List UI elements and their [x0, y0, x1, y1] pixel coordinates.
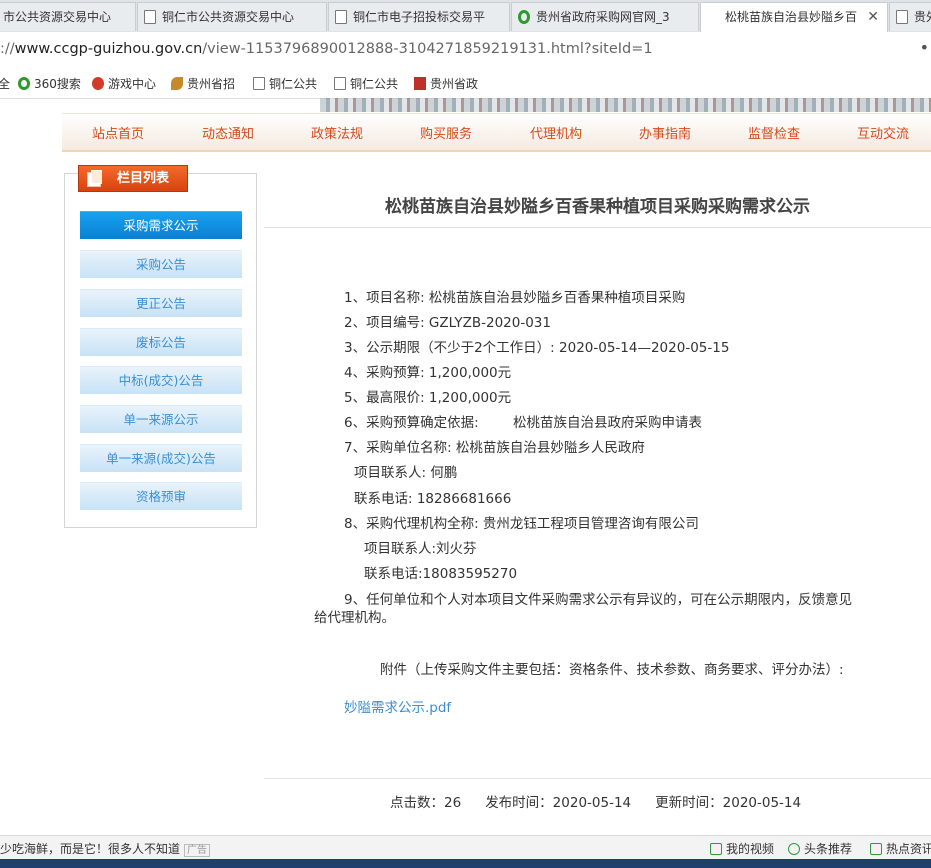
- my-videos-button[interactable]: 我的视频: [710, 840, 774, 857]
- divider: [264, 778, 931, 779]
- article-stats: 点击数：26 发布时间：2020-05-14 更新时间：2020-05-14: [390, 791, 825, 811]
- article-line: 8、采购代理机构全称: 贵州龙钰工程项目管理咨询有限公司: [344, 516, 699, 532]
- news-icon: [870, 843, 882, 855]
- doc-icon: [335, 10, 347, 24]
- close-tab-icon[interactable]: ✕: [867, 3, 879, 31]
- nav-item-guide[interactable]: 办事指南: [639, 123, 691, 142]
- more-menu-icon[interactable]: •: [920, 38, 929, 57]
- hot-news-button[interactable]: 热点资讯: [870, 840, 931, 857]
- nav-item-supervision[interactable]: 监督检查: [748, 123, 800, 142]
- article-line: 1、项目名称: 松桃苗族自治县妙隘乡百香果种植项目采购: [344, 290, 686, 306]
- divider: [264, 227, 931, 228]
- tab-label: 铜仁市电子招投标交易平: [353, 10, 486, 24]
- top-news-button[interactable]: 头条推荐: [788, 840, 852, 857]
- browser-tab-bar: 市公共资源交易中心 铜仁市公共资源交易中心 铜仁市电子招投标交易平 贵州省政府采…: [0, 0, 931, 33]
- browser-status-bar: 少吃海鲜，而是它！很多人不知道 广告 我的视频 头条推荐 热点资讯: [0, 835, 931, 860]
- bookmark-item[interactable]: 游戏中心: [92, 75, 156, 92]
- article-line: 3、公示期限（不少于2个工作日）: 2020-05-14—2020-05-15: [344, 340, 730, 356]
- nav-item-services[interactable]: 购买服务: [420, 123, 472, 142]
- nav-item-interaction[interactable]: 互动交流: [857, 123, 909, 142]
- article-line: 6、采购预算确定依据: 松桃苗族自治县政府采购申请表: [344, 415, 702, 431]
- ad-badge: 广告: [184, 844, 211, 857]
- article-line: 7、采购单位名称: 松桃苗族自治县妙隘乡人民政府: [344, 440, 645, 456]
- article-line: 项目联系人: 何鹏: [354, 465, 458, 481]
- game-icon: [92, 77, 104, 90]
- article-line: 9、任何单位和个人对本项目文件采购需求公示有异议的，可在公示期限内，反馈意见: [344, 592, 853, 608]
- nav-item-home[interactable]: 站点首页: [92, 123, 144, 142]
- bookmark-item[interactable]: 360搜索: [18, 75, 81, 92]
- article-line: 2、项目编号: GZLYZB-2020-031: [344, 315, 551, 331]
- sidebar-item-procurement-notice[interactable]: 采购公告: [80, 250, 242, 278]
- doc-icon: [896, 10, 908, 24]
- tab-label: 贵州省政府采购网官网_3: [536, 10, 670, 24]
- bookmark-item[interactable]: 铜仁公共: [334, 75, 398, 92]
- address-bar[interactable]: ://www.ccgp-guizhou.gov.cn/view-11537968…: [0, 32, 931, 69]
- site-nav: 站点首页 动态通知 政策法规 购买服务 代理机构 办事指南 监督检查 互动交流: [62, 113, 931, 152]
- 360-search-icon: [518, 10, 530, 24]
- nav-item-policy[interactable]: 政策法规: [311, 123, 363, 142]
- article-line: 联系电话: 18286681666: [354, 491, 512, 507]
- bookmark-item[interactable]: 铜仁公共: [253, 75, 317, 92]
- nav-item-agencies[interactable]: 代理机构: [530, 123, 582, 142]
- browser-tab[interactable]: 市公共资源交易中心: [0, 2, 136, 31]
- os-taskbar: [0, 859, 931, 868]
- tab-label: 松桃苗族自治县妙隘乡百: [725, 10, 858, 24]
- article-line: 项目联系人:刘火芬: [364, 541, 477, 557]
- article-line: 5、最高限价: 1,200,000元: [344, 390, 512, 406]
- tab-label: 市公共资源交易中心: [3, 10, 112, 24]
- article-line: 4、采购预算: 1,200,000元: [344, 365, 512, 381]
- status-news-ticker[interactable]: 少吃海鲜，而是它！很多人不知道 广告: [0, 840, 211, 857]
- click-count: 点击数：26: [390, 795, 462, 811]
- page-title: 松桃苗族自治县妙隘乡百香果种植项目采购采购需求公示: [385, 197, 810, 217]
- browser-tab[interactable]: 铜仁市电子招投标交易平: [328, 2, 510, 31]
- bookmarks-bar: 全 360搜索 游戏中心 贵州省招 铜仁公共 铜仁公共 贵州省政: [0, 68, 931, 99]
- nav-item-notices[interactable]: 动态通知: [202, 123, 254, 142]
- publish-time: 发布时间：2020-05-14: [485, 795, 632, 811]
- red-square-icon: [414, 77, 426, 90]
- browser-tab[interactable]: 铜仁市公共资源交易中心: [137, 2, 327, 31]
- sidebar-item-demand-notice[interactable]: 采购需求公示: [80, 211, 242, 239]
- browser-tab-active[interactable]: 松桃苗族自治县妙隘乡百 ✕: [700, 2, 888, 33]
- doc-icon: [334, 77, 346, 90]
- sidebar-item-correction-notice[interactable]: 更正公告: [80, 289, 242, 317]
- 360-search-icon: [18, 77, 30, 90]
- documents-icon: [87, 170, 102, 187]
- url-text[interactable]: ://www.ccgp-guizhou.gov.cn/view-11537968…: [0, 41, 653, 57]
- doc-icon: [253, 77, 265, 90]
- leaf-icon: [171, 77, 183, 90]
- update-time: 更新时间：2020-05-14: [655, 795, 802, 811]
- sidebar-title: 栏目列表: [78, 165, 188, 192]
- tab-label: 贵外: [914, 10, 931, 24]
- article-line: 联系电话:18083595270: [364, 566, 518, 582]
- bookmark-item[interactable]: 贵州省招: [171, 75, 235, 92]
- bookmark-item[interactable]: 贵州省政: [414, 75, 478, 92]
- sidebar-item-prequalification[interactable]: 资格预审: [80, 482, 242, 510]
- doc-icon: [144, 10, 156, 24]
- article-line: 给代理机构。: [314, 610, 395, 626]
- browser-tab[interactable]: 贵州省政府采购网官网_3: [511, 2, 699, 31]
- play-icon: [710, 843, 722, 855]
- bookmark-item[interactable]: 全: [0, 75, 10, 92]
- recommend-icon: [788, 843, 800, 855]
- header-banner: [320, 98, 931, 112]
- sidebar-item-single-source-award[interactable]: 单一来源(成交)公告: [80, 444, 242, 472]
- sidebar-item-award-notice[interactable]: 中标(成交)公告: [80, 366, 242, 394]
- attachment-link[interactable]: 妙隘需求公示.pdf: [344, 696, 451, 716]
- attachment-note: 附件（上传采购文件主要包括：资格条件、技术参数、商务要求、评分办法）:: [380, 662, 844, 678]
- sidebar-item-cancel-notice[interactable]: 废标公告: [80, 328, 242, 356]
- sidebar-item-single-source[interactable]: 单一来源公示: [80, 405, 242, 433]
- tab-label: 铜仁市公共资源交易中心: [162, 10, 295, 24]
- browser-tab[interactable]: 贵外: [889, 2, 931, 31]
